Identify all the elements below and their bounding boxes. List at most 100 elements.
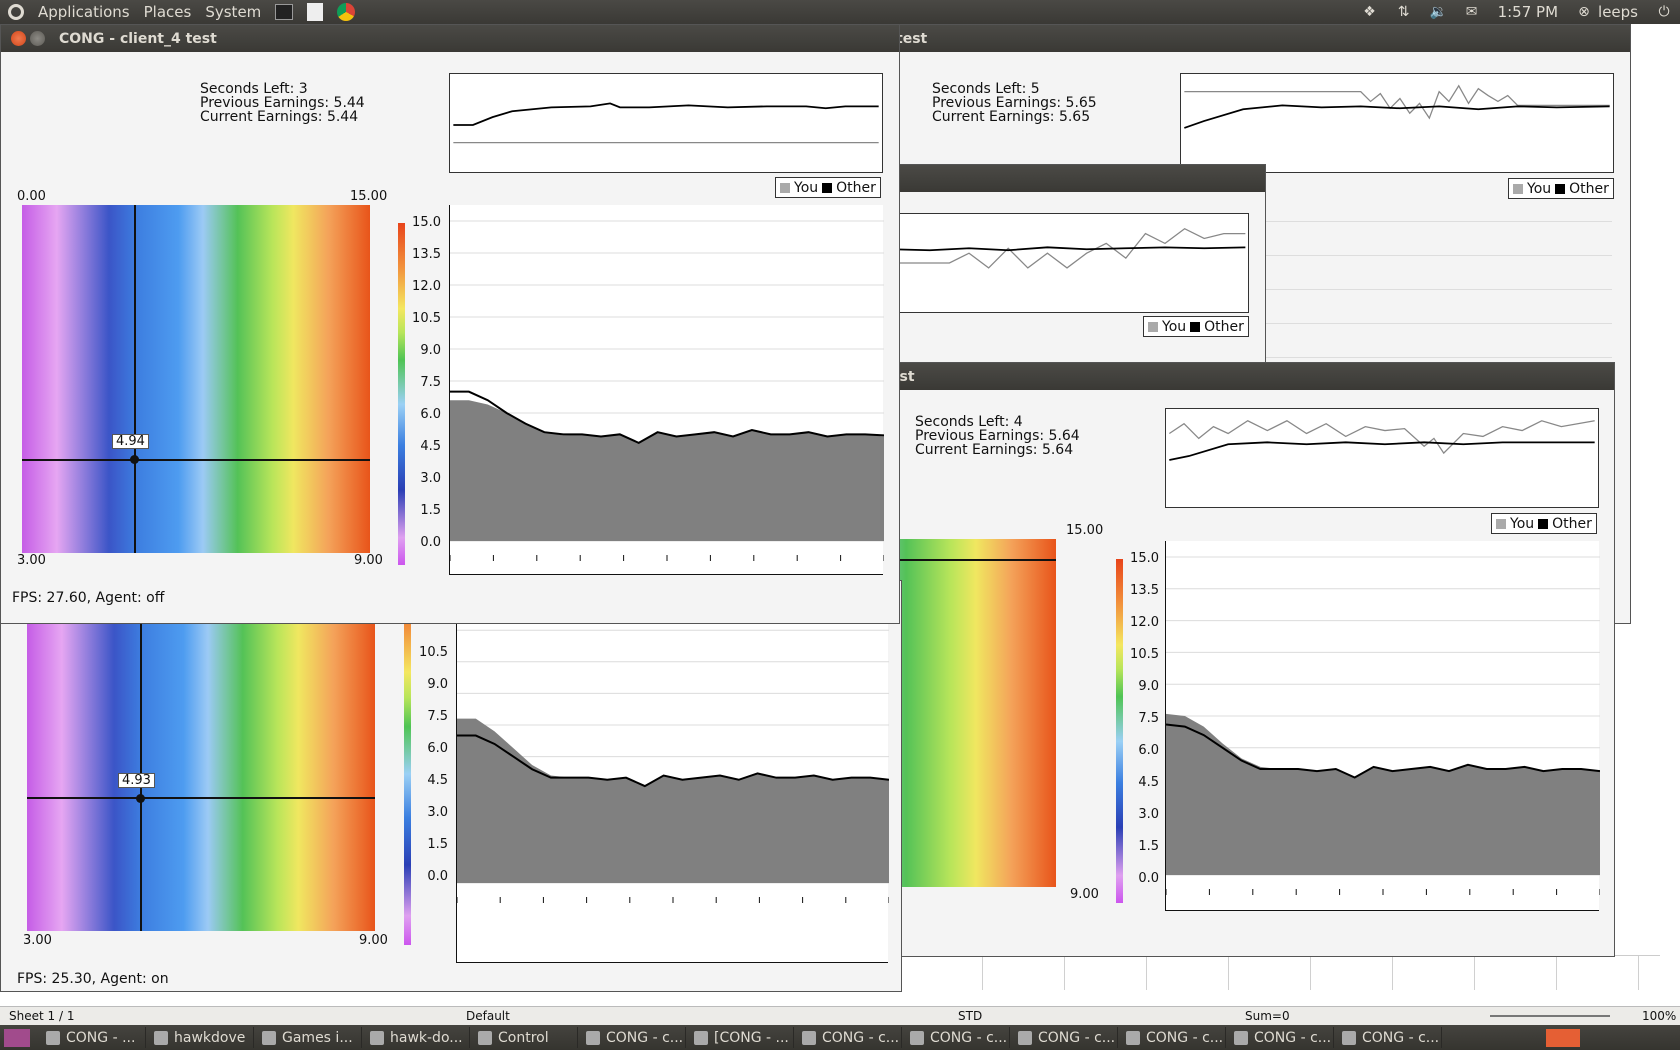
volume-icon[interactable]: 🔉	[1430, 4, 1447, 20]
taskbar-item[interactable]: Games i...	[254, 1027, 362, 1048]
legend-you: You	[794, 179, 819, 196]
taskbar-item[interactable]: hawkdove	[146, 1027, 254, 1048]
cursor-line-vertical	[140, 583, 142, 931]
taskbar-item[interactable]: CONG - c...	[902, 1027, 1010, 1048]
legend-other: Other	[1204, 318, 1244, 335]
y-tick-label: 7.5	[427, 709, 448, 724]
window-icon	[694, 1030, 708, 1045]
zoom-slider[interactable]	[1490, 1015, 1610, 1017]
taskbar-item[interactable]: CONG - c...	[1010, 1027, 1118, 1048]
taskbar-item-label: hawk-do...	[390, 1029, 463, 1046]
current-earnings: Current Earnings: 5.65	[932, 109, 1091, 125]
window-icon	[586, 1030, 600, 1045]
cursor-line-horizontal	[22, 459, 370, 461]
y-tick-label: 9.0	[420, 343, 441, 358]
legend-other: Other	[1552, 515, 1592, 532]
cursor-dot[interactable]	[130, 455, 139, 464]
taskbar-item-label: CONG - ...	[66, 1029, 136, 1046]
editor-launcher-icon[interactable]	[307, 3, 324, 21]
window-icon	[1342, 1030, 1356, 1045]
taskbar: CONG - ... hawkdove Games i... hawk-do... Co…	[0, 1025, 1680, 1050]
page-style[interactable]: Default	[466, 1009, 510, 1023]
y-tick-label: 9.0	[427, 677, 448, 692]
menu-applications[interactable]: Applications	[38, 3, 130, 21]
you-swatch	[1513, 183, 1523, 194]
taskbar-item[interactable]: [CONG - ...	[686, 1027, 794, 1048]
taskbar-item[interactable]: CONG - ...	[38, 1027, 146, 1048]
taskbar-item-label: CONG - c...	[1146, 1029, 1224, 1046]
other-swatch	[1538, 518, 1549, 529]
taskbar-item[interactable]: CONG - c...	[578, 1027, 686, 1048]
taskbar-item[interactable]: CONG - c...	[794, 1027, 902, 1048]
y-tick-label: 0.0	[427, 869, 448, 884]
window-icon	[802, 1030, 816, 1045]
taskbar-item[interactable]: Control	[470, 1027, 578, 1048]
cong-window-5[interactable]: 4.93 3.00 9.00 13.512.010.59.07.56.04.53…	[0, 580, 902, 992]
y-tick-label: 15.0	[1130, 551, 1159, 566]
show-desktop-icon[interactable]	[4, 1028, 30, 1047]
close-button[interactable]	[11, 31, 26, 46]
seconds-left: Seconds Left: 4	[915, 414, 1023, 430]
seconds-left: Seconds Left: 3	[200, 81, 308, 97]
ubuntu-logo-icon[interactable]	[8, 4, 24, 20]
titlebar[interactable]	[891, 165, 1265, 192]
legend: You Other	[775, 177, 881, 198]
titlebar[interactable]: test	[846, 25, 1630, 52]
y-tick-label: 1.5	[1138, 839, 1159, 854]
selection-mode[interactable]: STD	[958, 1009, 982, 1023]
heat-top-right-label: 15.00	[1066, 523, 1104, 538]
y-tick-label: 12.0	[412, 279, 441, 294]
window-icon	[154, 1030, 168, 1045]
y-tick-label: 7.5	[1138, 711, 1159, 726]
workspace-switcher[interactable]	[1546, 1028, 1580, 1047]
window-icon	[478, 1030, 492, 1045]
zoom-level[interactable]: 100%	[1642, 1009, 1676, 1023]
window-title: CONG - client_4 test	[59, 30, 217, 47]
titlebar[interactable]: CONG - client_4 test	[1, 25, 899, 52]
dropbox-icon[interactable]: ❖	[1362, 4, 1378, 20]
power-icon[interactable]: ⏻	[1656, 4, 1672, 20]
taskbar-item[interactable]: CONG - c...	[1226, 1027, 1334, 1048]
cursor-dot[interactable]	[136, 794, 145, 803]
window-icon	[46, 1030, 60, 1045]
fps-status: FPS: 25.30, Agent: on	[17, 971, 169, 987]
y-tick-label: 4.5	[427, 773, 448, 788]
y-tick-label: 0.0	[1138, 871, 1159, 886]
taskbar-item-label: [CONG - ...	[714, 1029, 789, 1046]
menu-system[interactable]: System	[205, 3, 261, 21]
user-menu[interactable]: ⊗ leeps	[1576, 3, 1638, 21]
minimize-button[interactable]	[30, 31, 45, 46]
heat-bottom-right-label: 9.00	[1070, 887, 1099, 902]
sum-readout[interactable]: Sum=0	[1245, 1009, 1290, 1023]
mail-icon[interactable]: ✉	[1464, 4, 1480, 20]
payoff-chart	[457, 598, 889, 903]
heat-top-right-label: 15.00	[350, 189, 388, 204]
payoff-heatmap[interactable]	[27, 583, 375, 931]
taskbar-item[interactable]: CONG - c...	[1118, 1027, 1226, 1048]
taskbar-item-label: CONG - c...	[606, 1029, 684, 1046]
titlebar[interactable]: est	[836, 363, 1614, 390]
chart-area	[449, 205, 884, 575]
cursor-line-vertical	[134, 205, 136, 553]
clock[interactable]: 1:57 PM	[1498, 3, 1558, 21]
history-sparkline	[1165, 408, 1599, 508]
cong-window-3[interactable]: You Other	[890, 164, 1266, 364]
user-icon: ⊗	[1578, 4, 1590, 20]
y-tick-label: 1.5	[427, 837, 448, 852]
chrome-launcher-icon[interactable]	[337, 3, 356, 21]
network-icon[interactable]: ⇅	[1396, 4, 1412, 20]
cong-window-1[interactable]: CONG - client_4 test Seconds Left: 3 Pre…	[0, 24, 900, 624]
current-earnings: Current Earnings: 5.64	[915, 442, 1074, 458]
heat-bottom-left-label: 3.00	[23, 933, 52, 948]
other-swatch	[1190, 321, 1201, 332]
taskbar-item[interactable]: CONG - c...	[1334, 1027, 1442, 1048]
taskbar-item[interactable]: hawk-do...	[362, 1027, 470, 1048]
payoff-heatmap[interactable]	[22, 205, 370, 553]
spreadsheet-grid[interactable]	[900, 955, 1660, 990]
payoff-chart	[450, 220, 884, 561]
legend-other: Other	[1569, 180, 1609, 197]
cong-window-4[interactable]: est Seconds Left: 4 Previous Earnings: 5…	[835, 362, 1615, 957]
menu-places[interactable]: Places	[144, 3, 192, 21]
heat-bottom-left-label: 3.00	[17, 553, 46, 568]
terminal-launcher-icon[interactable]	[275, 4, 294, 20]
